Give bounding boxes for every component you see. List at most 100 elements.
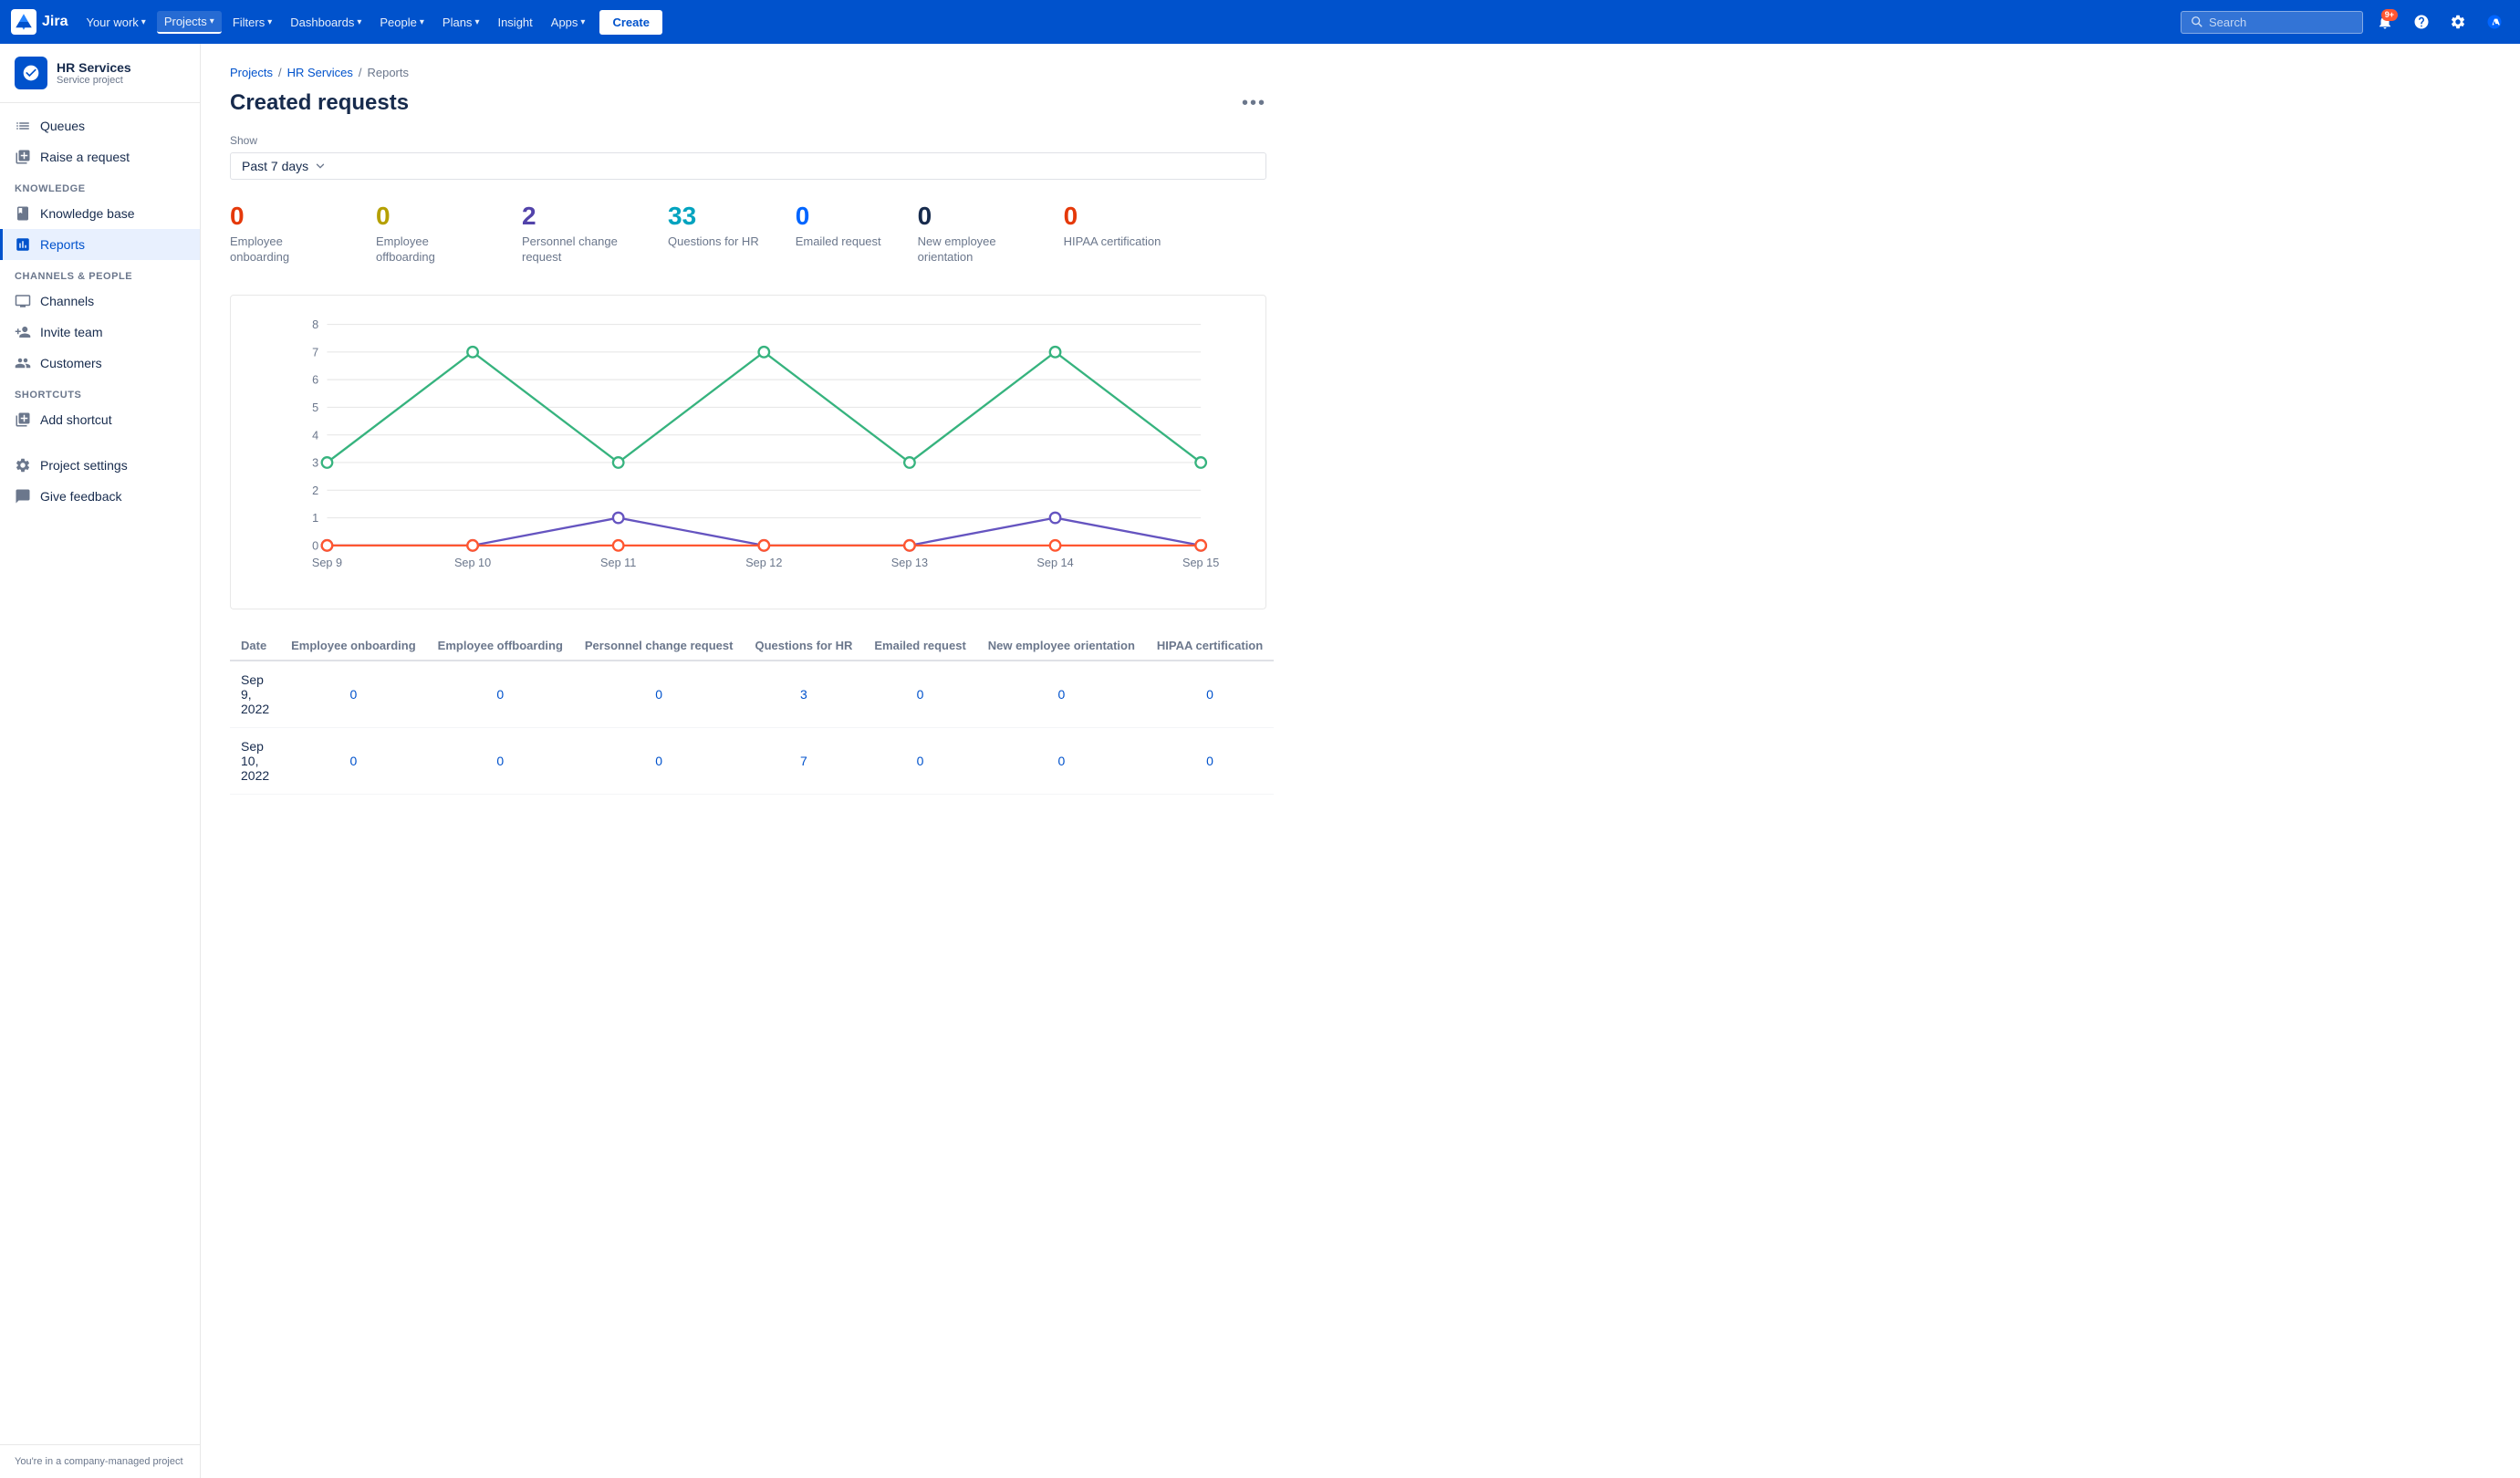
search-box[interactable]: Search	[2181, 11, 2363, 34]
app-logo[interactable]: Jira	[11, 9, 68, 35]
stat-item: 0 Employee offboarding	[376, 202, 485, 265]
settings-button[interactable]	[2443, 7, 2473, 36]
knowledge-icon	[15, 205, 31, 222]
sidebar-item-reports[interactable]: Reports	[0, 229, 200, 260]
show-filter-section: Show Past 7 days	[230, 134, 1266, 180]
stat-label: Emailed request	[796, 234, 881, 250]
more-options-button[interactable]: •••	[1242, 93, 1266, 114]
svg-text:0: 0	[312, 539, 318, 552]
stat-item: 0New employee orientation	[918, 202, 1027, 265]
nav-your-work[interactable]: Your work ▾	[78, 12, 152, 33]
jira-logo-icon	[11, 9, 36, 35]
stat-item: 2Personnel change request	[522, 202, 631, 265]
stat-item: 33 Questions for HR	[668, 202, 759, 265]
nav-plans[interactable]: Plans ▾	[435, 12, 487, 33]
table-header-row: DateEmployee onboardingEmployee offboard…	[230, 631, 1274, 661]
line-chart: 012345678 Sep 9Sep 10Sep 11Sep 12Sep 13S…	[249, 314, 1247, 588]
nav-apps[interactable]: Apps ▾	[544, 12, 593, 33]
stat-value: 0	[1064, 202, 1161, 231]
channels-icon	[15, 293, 31, 309]
svg-text:4: 4	[312, 429, 318, 442]
svg-text:1: 1	[312, 512, 318, 525]
add-shortcut-icon	[15, 411, 31, 428]
sidebar-item-label: Invite team	[40, 325, 102, 339]
caret-icon: ▾	[580, 17, 585, 27]
stat-value: 0	[376, 202, 485, 231]
time-filter-dropdown[interactable]: Past 7 days	[230, 152, 1266, 180]
table-header: DateEmployee onboardingEmployee offboard…	[230, 631, 1274, 661]
project-type: Service project	[57, 75, 131, 86]
svg-text:Sep 9: Sep 9	[312, 557, 342, 569]
breadcrumb-sep: /	[359, 66, 362, 79]
project-icon	[15, 57, 47, 89]
stat-value: 33	[668, 202, 759, 231]
stats-row: 0 Employee onboarding 0 Employee offboardin…	[230, 202, 1266, 265]
shortcuts-section-label: SHORTCUTS	[0, 379, 200, 404]
help-button[interactable]	[2407, 7, 2436, 36]
table-header-cell: Questions for HR	[744, 631, 863, 661]
sidebar-item-channels[interactable]: Channels	[0, 286, 200, 317]
sidebar: HR Services Service project Queues Raise…	[0, 44, 201, 1478]
sidebar-item-label: Knowledge base	[40, 206, 135, 221]
sidebar-item-label: Queues	[40, 119, 85, 133]
stat-label: HIPAA certification	[1064, 234, 1161, 250]
caret-icon: ▾	[474, 17, 479, 27]
sidebar-item-customers[interactable]: Customers	[0, 348, 200, 379]
table-header-cell: Employee onboarding	[280, 631, 427, 661]
page-content: Projects / HR Services / Reports Created…	[201, 44, 1296, 817]
notifications-button[interactable]: 9+	[2370, 7, 2400, 36]
nav-left: Jira Your work ▾ Projects ▾ Filters ▾ Da…	[11, 9, 662, 35]
invite-icon	[15, 324, 31, 340]
stat-label: Questions for HR	[668, 234, 759, 250]
table-cell-date: Sep 9, 2022	[230, 661, 280, 728]
sidebar-item-knowledge-base[interactable]: Knowledge base	[0, 198, 200, 229]
table-cell-value: 0	[977, 727, 1146, 794]
table-header-cell: Date	[230, 631, 280, 661]
table-cell-value: 0	[427, 661, 574, 728]
queues-icon	[15, 118, 31, 134]
create-button[interactable]: Create	[599, 10, 661, 35]
reports-icon	[15, 236, 31, 253]
breadcrumb-hr-services[interactable]: HR Services	[287, 66, 353, 79]
sidebar-item-add-shortcut[interactable]: Add shortcut	[0, 404, 200, 435]
sidebar-item-project-settings[interactable]: Project settings	[0, 450, 200, 481]
sidebar-item-invite-team[interactable]: Invite team	[0, 317, 200, 348]
stat-label: Employee offboarding	[376, 234, 485, 265]
atlassian-switcher[interactable]	[2480, 7, 2509, 36]
nav-projects[interactable]: Projects ▾	[157, 11, 222, 34]
svg-text:5: 5	[312, 401, 318, 414]
breadcrumb: Projects / HR Services / Reports	[230, 66, 1266, 79]
sidebar-footer: You're in a company-managed project	[0, 1444, 200, 1478]
stat-label: Employee onboarding	[230, 234, 339, 265]
nav-insight[interactable]: Insight	[490, 12, 539, 33]
svg-text:Sep 11: Sep 11	[600, 557, 636, 569]
table-header-cell: Personnel change request	[574, 631, 745, 661]
show-label: Show	[230, 134, 1266, 147]
jira-wordmark: Jira	[42, 14, 68, 30]
nav-right: Search 9+	[2181, 7, 2509, 36]
table-cell-value: 0	[427, 727, 574, 794]
svg-text:Sep 13: Sep 13	[891, 557, 928, 569]
nav-filters[interactable]: Filters ▾	[225, 12, 279, 33]
stat-item: 0 Emailed request	[796, 202, 881, 265]
nav-dashboards[interactable]: Dashboards ▾	[283, 12, 369, 33]
stat-item: 0 HIPAA certification	[1064, 202, 1161, 265]
svg-text:2: 2	[312, 484, 318, 497]
table-cell-value: 0	[280, 727, 427, 794]
table-cell-value: 0	[1146, 727, 1274, 794]
app-body: HR Services Service project Queues Raise…	[0, 44, 2520, 1478]
breadcrumb-sep: /	[278, 66, 282, 79]
chart-xlabels: Sep 9Sep 10Sep 11Sep 12Sep 13Sep 14Sep 1…	[312, 557, 1219, 569]
page-header: Created requests •••	[230, 90, 1266, 116]
table-cell-value: 0	[977, 661, 1146, 728]
project-header[interactable]: HR Services Service project	[0, 44, 200, 103]
main-content-area: Projects / HR Services / Reports Created…	[201, 44, 2520, 1478]
stat-value: 0	[796, 202, 881, 231]
sidebar-item-give-feedback[interactable]: Give feedback	[0, 481, 200, 512]
nav-people[interactable]: People ▾	[372, 12, 432, 33]
table-cell-value: 3	[744, 661, 863, 728]
svg-text:3: 3	[312, 456, 318, 469]
sidebar-item-raise-request[interactable]: Raise a request	[0, 141, 200, 172]
breadcrumb-projects[interactable]: Projects	[230, 66, 273, 79]
sidebar-item-queues[interactable]: Queues	[0, 110, 200, 141]
